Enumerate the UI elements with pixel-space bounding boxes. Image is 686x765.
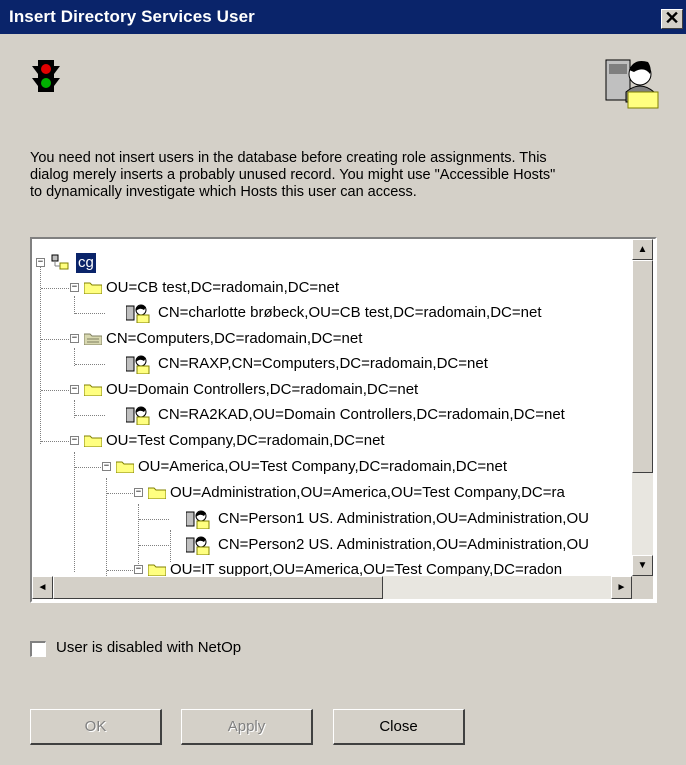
user-disabled-checkbox[interactable] — [30, 641, 46, 657]
horizontal-scroll-thumb[interactable] — [53, 576, 383, 599]
arrow-down-icon: ▼ — [637, 560, 648, 571]
tree-item-label: CN=charlotte brøbeck,OU=CB test,DC=radom… — [158, 304, 542, 321]
user-icon — [126, 406, 150, 425]
folder-icon — [84, 384, 102, 396]
dialog-window: Insert Directory Services User ✕ You nee… — [0, 0, 686, 765]
tree-line — [75, 467, 101, 468]
close-icon: ✕ — [664, 8, 680, 28]
tree-item[interactable]: CN=Person1 US. Administration,OU=Adminis… — [32, 509, 632, 529]
vertical-scroll-thumb[interactable] — [632, 260, 653, 473]
tree-item[interactable]: − cg — [32, 253, 632, 273]
tree-item[interactable]: CN=Person2 US. Administration,OU=Adminis… — [32, 535, 632, 555]
collapse-toggle[interactable]: − — [134, 565, 143, 574]
scroll-left-button[interactable]: ◄ — [32, 576, 53, 599]
tree-item-label: CN=Person1 US. Administration,OU=Adminis… — [218, 510, 589, 527]
tree-item-label: OU=Domain Controllers,DC=radomain,DC=net — [106, 381, 419, 398]
user-icon — [186, 536, 210, 555]
vertical-scrollbar[interactable]: ▲ ▼ — [632, 239, 653, 576]
tree-line — [75, 364, 105, 365]
tree-item-label: OU=America,OU=Test Company,DC=radomain,D… — [138, 458, 508, 475]
collapse-toggle[interactable]: − — [70, 436, 79, 445]
user-icon — [126, 304, 150, 323]
tree-item[interactable]: CN=RA2KAD,OU=Domain Controllers,DC=radom… — [32, 405, 632, 425]
tree-item[interactable]: − CN=Computers,DC=radomain,DC=net — [32, 329, 632, 349]
tree-line — [75, 313, 105, 314]
tree-item-label: cg — [76, 253, 96, 273]
folder-icon — [116, 461, 134, 473]
tree-line — [41, 441, 69, 442]
collapse-toggle[interactable]: − — [70, 334, 79, 343]
folder-icon — [148, 564, 166, 576]
tree-line — [75, 415, 105, 416]
apply-button[interactable]: Apply — [181, 709, 313, 745]
user-icon — [186, 510, 210, 529]
description-text: You need not insert users in the databas… — [30, 150, 556, 200]
tree-item-label: OU=CB test,DC=radomain,DC=net — [106, 279, 340, 296]
arrow-up-icon: ▲ — [637, 244, 648, 255]
network-root-icon — [51, 254, 69, 270]
tree-item[interactable]: − OU=CB test,DC=radomain,DC=net — [32, 278, 632, 298]
scroll-up-button[interactable]: ▲ — [632, 239, 653, 260]
scrollbar-corner — [632, 576, 653, 599]
tree-item[interactable]: CN=charlotte brøbeck,OU=CB test,DC=radom… — [32, 303, 632, 323]
title-bar[interactable]: Insert Directory Services User ✕ — [0, 0, 686, 34]
traffic-light-icon — [32, 60, 60, 92]
collapse-toggle[interactable]: − — [102, 462, 111, 471]
horizontal-scrollbar[interactable]: ◄ ► — [32, 576, 632, 599]
tree-item-label: OU=Test Company,DC=radomain,DC=net — [106, 432, 385, 449]
tree-line — [41, 288, 69, 289]
collapse-toggle[interactable]: − — [134, 488, 143, 497]
tree-item[interactable]: CN=RAXP,CN=Computers,DC=radomain,DC=net — [32, 354, 632, 374]
tree-line — [41, 390, 69, 391]
tree-item[interactable]: − OU=America,OU=Test Company,DC=radomain… — [32, 457, 632, 477]
scroll-right-button[interactable]: ► — [611, 576, 632, 599]
collapse-toggle[interactable]: − — [36, 258, 45, 267]
tree-line — [107, 570, 133, 571]
tree-item-label: OU=Administration,OU=America,OU=Test Com… — [170, 484, 565, 501]
folder-icon — [84, 282, 102, 294]
arrow-left-icon: ◄ — [37, 582, 48, 593]
tree-line — [139, 519, 169, 520]
scroll-down-button[interactable]: ▼ — [632, 555, 653, 576]
tree-item-label: CN=RA2KAD,OU=Domain Controllers,DC=radom… — [158, 406, 565, 423]
close-window-button[interactable]: ✕ — [661, 9, 683, 29]
tree-item-label: OU=IT support,OU=America,OU=Test Company… — [170, 561, 563, 576]
tree-viewport: − cg − OU=CB test,DC=radomain,DC=net CN=… — [32, 239, 632, 576]
user-with-folder-icon — [605, 59, 659, 109]
window-title: Insert Directory Services User — [9, 7, 255, 26]
close-button[interactable]: Close — [333, 709, 465, 745]
tree-item-label: CN=RAXP,CN=Computers,DC=radomain,DC=net — [158, 355, 488, 372]
folder-icon — [84, 435, 102, 447]
tree-item[interactable]: − OU=Administration,OU=America,OU=Test C… — [32, 483, 632, 503]
tree-item-label: CN=Computers,DC=radomain,DC=net — [106, 330, 363, 347]
user-disabled-label[interactable]: User is disabled with NetOp — [56, 639, 241, 656]
tree-item[interactable]: − OU=Test Company,DC=radomain,DC=net — [32, 431, 632, 451]
arrow-right-icon: ► — [616, 582, 627, 593]
tree-line — [107, 493, 133, 494]
folder-icon — [84, 333, 102, 345]
ok-button[interactable]: OK — [30, 709, 162, 745]
tree-item[interactable]: − OU=Domain Controllers,DC=radomain,DC=n… — [32, 380, 632, 400]
tree-item-label: CN=Person2 US. Administration,OU=Adminis… — [218, 536, 589, 553]
collapse-toggle[interactable]: − — [70, 385, 79, 394]
tree-item[interactable]: − OU=IT support,OU=America,OU=Test Compa… — [32, 560, 632, 576]
user-icon — [126, 355, 150, 374]
folder-icon — [148, 487, 166, 499]
tree-line — [139, 545, 169, 546]
tree-line — [41, 339, 69, 340]
collapse-toggle[interactable]: − — [70, 283, 79, 292]
directory-tree[interactable]: − cg − OU=CB test,DC=radomain,DC=net CN=… — [30, 237, 657, 603]
